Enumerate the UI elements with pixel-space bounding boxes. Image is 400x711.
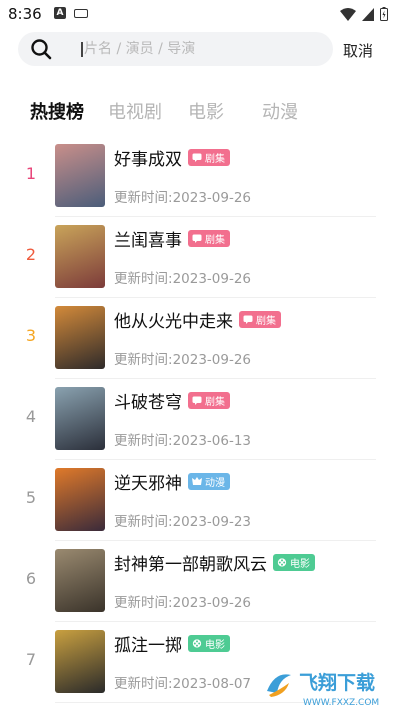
tv-icon: [192, 234, 205, 243]
tag-label: 剧集: [205, 235, 225, 246]
cancel-button[interactable]: 取消: [343, 40, 373, 61]
poster-thumbnail[interactable]: [55, 225, 105, 288]
title-line: 斗破苍穹 剧集: [114, 388, 230, 413]
category-tabs: 热搜榜 电视剧 电影 动漫: [30, 98, 298, 124]
status-bar: 8:36 A: [0, 0, 400, 28]
update-time: 更新时间:2023-06-13: [114, 429, 251, 449]
tv-icon: [192, 396, 205, 405]
update-time: 更新时间:2023-09-26: [114, 591, 251, 611]
category-tag: 电影: [273, 554, 315, 571]
update-prefix: 更新时间:: [114, 676, 173, 692]
title-line: 好事成双 剧集: [114, 145, 230, 170]
list-item[interactable]: 6 封神第一部朝歌风云 电影更新时间:2023-09-26: [0, 541, 400, 622]
update-date: 2023-09-23: [172, 514, 252, 530]
category-tag: 剧集: [239, 311, 281, 328]
tag-label: 动漫: [205, 478, 225, 489]
update-date: 2023-09-26: [172, 190, 252, 206]
item-title[interactable]: 逆天邪神: [114, 469, 182, 494]
rank-number: 2: [25, 245, 37, 264]
category-tag: 电影: [188, 635, 230, 652]
item-title[interactable]: 好事成双: [114, 145, 182, 170]
item-title[interactable]: 斗破苍穹: [114, 388, 182, 413]
poster-thumbnail[interactable]: [55, 630, 105, 693]
list-item[interactable]: 2 兰闺喜事 剧集更新时间:2023-09-26: [0, 217, 400, 298]
update-prefix: 更新时间:: [114, 514, 173, 530]
search-input[interactable]: [84, 32, 314, 66]
watermark-text: 飞翔下载: [299, 671, 375, 694]
update-date: 2023-09-26: [172, 271, 252, 287]
battery-icon: [380, 7, 388, 21]
tv-icon: [243, 315, 256, 324]
system-icons: [340, 7, 388, 21]
update-time: 更新时间:2023-09-26: [114, 186, 251, 206]
title-line: 封神第一部朝歌风云 电影: [114, 550, 315, 575]
update-prefix: 更新时间:: [114, 595, 173, 611]
poster-thumbnail[interactable]: [55, 144, 105, 207]
update-time: 更新时间:2023-08-07: [114, 672, 251, 692]
film-icon: [277, 558, 290, 567]
tv-icon: [192, 153, 205, 162]
update-prefix: 更新时间:: [114, 433, 173, 449]
notification-a-icon: A: [54, 7, 66, 19]
update-prefix: 更新时间:: [114, 190, 173, 206]
tag-label: 剧集: [256, 316, 276, 327]
anime-icon: [192, 477, 205, 486]
title-line: 他从火光中走来 剧集: [114, 307, 281, 332]
update-date: 2023-09-26: [172, 595, 252, 611]
status-time: 8:36: [8, 5, 42, 23]
tag-label: 电影: [205, 640, 225, 651]
search-bar[interactable]: [18, 32, 333, 66]
category-tag: 动漫: [188, 473, 230, 490]
update-time: 更新时间:2023-09-26: [114, 267, 251, 287]
list-item[interactable]: 1 好事成双 剧集更新时间:2023-09-26: [0, 136, 400, 217]
hot-search-list: 1 好事成双 剧集 更新时间:2023-09-26 2 兰闺喜事 剧集 更新时间:2023-0…: [0, 136, 400, 703]
tag-label: 剧集: [205, 397, 225, 408]
signal-icon: [362, 7, 374, 21]
update-date: 2023-08-07: [172, 676, 252, 692]
rank-number: 1: [25, 164, 37, 183]
list-item[interactable]: 5 逆天邪神 动漫更新时间:2023-09-23: [0, 460, 400, 541]
poster-thumbnail[interactable]: [55, 549, 105, 612]
item-title[interactable]: 封神第一部朝歌风云: [114, 550, 267, 575]
update-date: 2023-09-26: [172, 352, 252, 368]
item-title[interactable]: 兰闺喜事: [114, 226, 182, 251]
update-prefix: 更新时间:: [114, 271, 173, 287]
tab-tv-series[interactable]: 电视剧: [108, 98, 162, 124]
list-item[interactable]: 3 他从火光中走来 剧集更新时间:2023-09-26: [0, 298, 400, 379]
text-cursor: [81, 42, 83, 57]
update-time: 更新时间:2023-09-26: [114, 348, 251, 368]
tab-movies[interactable]: 电影: [188, 98, 224, 124]
update-date: 2023-06-13: [172, 433, 252, 449]
title-line: 孤注一掷 电影: [114, 631, 230, 656]
poster-thumbnail[interactable]: [55, 387, 105, 450]
film-icon: [192, 639, 205, 648]
rank-number: 7: [25, 650, 37, 669]
rank-number: 5: [25, 488, 37, 507]
notification-icons: A: [54, 7, 88, 19]
category-tag: 剧集: [188, 392, 230, 409]
category-tag: 剧集: [188, 149, 230, 166]
wifi-icon: [340, 7, 356, 21]
rank-number: 4: [25, 407, 37, 426]
tag-label: 电影: [290, 559, 310, 570]
list-item[interactable]: 4 斗破苍穹 剧集更新时间:2023-06-13: [0, 379, 400, 460]
item-title[interactable]: 他从火光中走来: [114, 307, 233, 332]
category-tag: 剧集: [188, 230, 230, 247]
rank-number: 3: [25, 326, 37, 345]
item-title[interactable]: 孤注一掷: [114, 631, 182, 656]
watermark-url: WWW.FXXZ.COM: [303, 698, 379, 708]
watermark-logo: 飞翔下载 WWW.FXXZ.COM: [261, 670, 379, 708]
tab-anime[interactable]: 动漫: [262, 98, 298, 124]
search-icon: [31, 39, 52, 60]
tab-hot-search[interactable]: 热搜榜: [30, 98, 84, 124]
update-time: 更新时间:2023-09-23: [114, 510, 251, 530]
rank-number: 6: [25, 569, 37, 588]
poster-thumbnail[interactable]: [55, 306, 105, 369]
update-prefix: 更新时间:: [114, 352, 173, 368]
keyboard-icon: [74, 8, 88, 18]
title-line: 逆天邪神 动漫: [114, 469, 230, 494]
poster-thumbnail[interactable]: [55, 468, 105, 531]
title-line: 兰闺喜事 剧集: [114, 226, 230, 251]
tag-label: 剧集: [205, 154, 225, 165]
